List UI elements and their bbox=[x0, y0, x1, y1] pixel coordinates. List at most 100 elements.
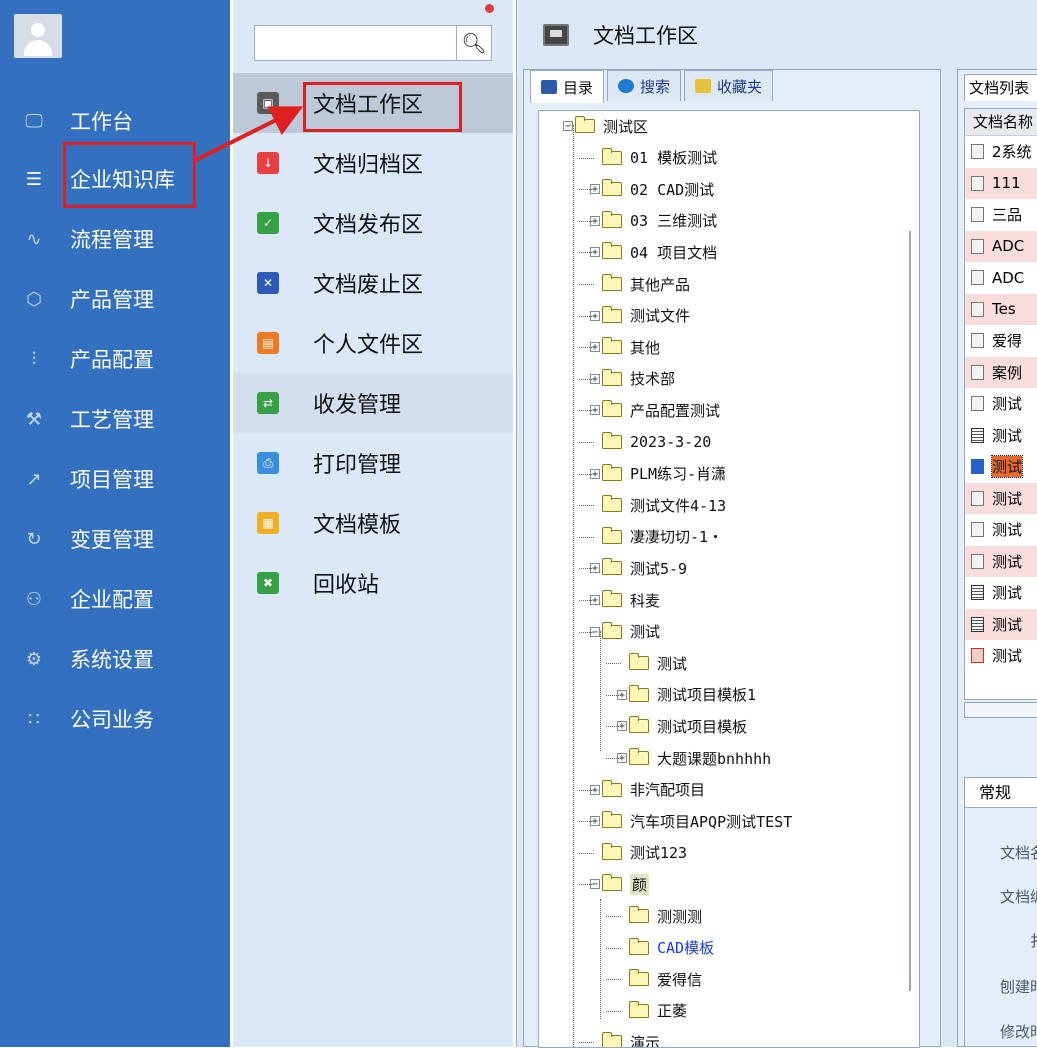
tab-favorites[interactable]: 收藏夹 bbox=[684, 70, 774, 101]
tree-node[interactable]: 01 模板测试 bbox=[590, 145, 717, 171]
doc-row[interactable]: 2系统 bbox=[965, 136, 1037, 168]
doc-row[interactable]: 案例 bbox=[965, 356, 1037, 388]
document-icon bbox=[971, 459, 984, 475]
sidebar-item-5[interactable]: ⚒ 工艺管理 bbox=[0, 395, 230, 443]
doc-row[interactable]: 测试 bbox=[965, 514, 1037, 546]
search-input[interactable] bbox=[259, 28, 453, 60]
doc-list-header[interactable]: 文档名称 bbox=[965, 109, 1037, 136]
tree-node[interactable]: + 测试文件 bbox=[590, 303, 690, 329]
doc-row[interactable]: 三品 bbox=[965, 199, 1037, 231]
tree-connector bbox=[579, 789, 594, 791]
tree-node[interactable]: +03 三维测试 bbox=[590, 208, 717, 234]
tree-connector bbox=[579, 284, 594, 285]
doc-row[interactable]: 111 bbox=[965, 167, 1037, 199]
folder-icon bbox=[602, 368, 622, 386]
doc-row-label: 111 bbox=[992, 174, 1021, 193]
doc-row[interactable]: 测试 bbox=[965, 451, 1037, 483]
tree-node[interactable]: +04 项目文档 bbox=[590, 239, 717, 265]
main-nav: 🖵︎ 工作台 ☰ 企业知识库 ∿ 流程管理 ⬡ 产品管理 ⫶ 产品配置 ⚒ 工艺管理 ↗ 项目管理 ↻ 变更管… bbox=[0, 0, 230, 1047]
sidebar-item-6[interactable]: ↗ 项目管理 bbox=[0, 455, 230, 503]
tree-node[interactable]: 爱得信 bbox=[617, 966, 702, 992]
doc-row[interactable]: 测试 bbox=[965, 420, 1037, 452]
folder-icon bbox=[629, 716, 649, 734]
sidebar-item-7[interactable]: ↻ 变更管理 bbox=[0, 515, 230, 563]
tree-node[interactable]: 其他产品 bbox=[590, 271, 690, 297]
tree-node[interactable]: + 非汽配项目 bbox=[590, 777, 705, 803]
tree-node[interactable]: + 测试项目模板1 bbox=[617, 682, 756, 708]
doc-row[interactable]: 测试 bbox=[965, 577, 1037, 609]
sub-item-8[interactable]: ✖ 回收站 bbox=[233, 553, 513, 613]
sidebar-item-label: 项目管理 bbox=[70, 468, 154, 492]
tree-node[interactable]: 2023-3-20 bbox=[590, 429, 711, 455]
folder-icon bbox=[602, 558, 622, 576]
property-label: 扌 bbox=[1030, 930, 1037, 951]
tree-node[interactable]: + 大题课题bnhhhh bbox=[617, 745, 771, 771]
doc-row[interactable]: 测试 bbox=[965, 640, 1037, 672]
doc-row[interactable]: 测试 bbox=[965, 482, 1037, 514]
directory-tree[interactable]: − 测试区 01 模板测试 +02 CAD测试 +03 三维测试 +04 项目文档 其他产品… bbox=[538, 110, 920, 1048]
sidebar-item-10[interactable]: ∷ 公司业务 bbox=[0, 695, 230, 743]
sub-item-7[interactable]: ▦ 文档模板 bbox=[233, 493, 513, 553]
grid-icon: ∷ bbox=[28, 708, 40, 730]
tree-node[interactable]: + 测试项目模板 bbox=[617, 713, 747, 739]
tree-node[interactable]: 测试 bbox=[617, 650, 687, 676]
tree-node[interactable]: CAD模板 bbox=[617, 935, 714, 961]
tree-node[interactable]: − 测试区 bbox=[563, 113, 648, 139]
sidebar-item-9[interactable]: ⚙ 系统设置 bbox=[0, 635, 230, 683]
tree-node[interactable]: + PLM练习-肖潇 bbox=[590, 461, 726, 487]
sidebar-item-0[interactable]: 🖵︎ 工作台 bbox=[0, 97, 230, 145]
sub-item-5[interactable]: ⇄ 收发管理 bbox=[233, 373, 513, 433]
doc-row[interactable]: 测试 bbox=[965, 388, 1037, 420]
sub-item-2[interactable]: ✓ 文档发布区 bbox=[233, 193, 513, 253]
tree-node[interactable]: + 产品配置测试 bbox=[590, 397, 720, 423]
tree-node[interactable]: + 科麦 bbox=[590, 587, 660, 613]
tab-search[interactable]: 搜索 bbox=[607, 70, 682, 101]
sub-nav: 🔍︎ ▣ 文档工作区 ↓ 文档归档区 ✓ 文档发布区 ✕ 文档废止区 ▤ 个人文件区 ⇄ 收发管理 ⎙ 打… bbox=[233, 0, 513, 1047]
doc-row[interactable]: ADC bbox=[965, 230, 1037, 262]
tree-node[interactable]: 演示 bbox=[590, 1029, 660, 1047]
folder-icon bbox=[602, 147, 622, 165]
tab-catalog[interactable]: 目录 bbox=[530, 70, 605, 103]
avatar[interactable] bbox=[14, 14, 62, 58]
tab-general[interactable]: 常规 bbox=[964, 777, 1037, 808]
tree-node[interactable]: +02 CAD测试 bbox=[590, 176, 714, 202]
sidebar-item-8[interactable]: ⚇ 企业配置 bbox=[0, 575, 230, 623]
pin-icon[interactable] bbox=[485, 4, 494, 13]
doc-row-label: 2系统 bbox=[992, 143, 1032, 162]
folder-icon bbox=[575, 116, 595, 133]
doc-list-hscrollbar[interactable] bbox=[964, 702, 1037, 718]
sidebar-item-label: 工艺管理 bbox=[70, 408, 154, 432]
tab-doc-list[interactable]: 文档列表 bbox=[964, 74, 1037, 101]
search-box[interactable]: 🔍︎ bbox=[254, 25, 492, 61]
tree-node[interactable]: 正萎 bbox=[617, 998, 687, 1024]
tree-connector bbox=[579, 505, 594, 507]
tree-node[interactable]: 测试文件4-13 bbox=[590, 492, 726, 518]
sidebar-item-2[interactable]: ∿ 流程管理 bbox=[0, 215, 230, 263]
tree-connector bbox=[579, 378, 594, 380]
tree-scrollbar[interactable] bbox=[909, 231, 911, 991]
doc-row[interactable]: ADC bbox=[965, 262, 1037, 294]
sub-item-6[interactable]: ⎙ 打印管理 bbox=[233, 433, 513, 493]
sub-item-1[interactable]: ↓ 文档归档区 bbox=[233, 133, 513, 193]
tree-node[interactable]: 凄凄切切-1・ bbox=[590, 524, 723, 550]
tree-node-label: 汽车项目APQP测试TEST bbox=[630, 812, 793, 831]
general-properties: 文档名文档编扌刨建时修改时归档时 bbox=[964, 807, 1037, 1046]
tree-connector bbox=[579, 157, 594, 159]
collapse-icon[interactable]: − bbox=[563, 121, 573, 132]
search-button[interactable]: 🔍︎ bbox=[456, 26, 491, 60]
tree-node[interactable]: 测试123 bbox=[590, 840, 687, 866]
tree-node[interactable]: + 测试5-9 bbox=[590, 555, 687, 581]
tree-node[interactable]: 测测测 bbox=[617, 903, 702, 929]
doc-row[interactable]: Tes bbox=[965, 293, 1037, 325]
tree-node[interactable]: + 技术部 bbox=[590, 366, 675, 392]
sub-item-4[interactable]: ▤ 个人文件区 bbox=[233, 313, 513, 373]
doc-row[interactable]: 测试 bbox=[965, 608, 1037, 640]
sidebar-item-3[interactable]: ⬡ 产品管理 bbox=[0, 275, 230, 323]
doc-row[interactable]: 爱得 bbox=[965, 325, 1037, 357]
sidebar-item-4[interactable]: ⫶ 产品配置 bbox=[0, 335, 230, 383]
doc-row[interactable]: 测试 bbox=[965, 545, 1037, 577]
tree-node[interactable]: − 颜 bbox=[590, 871, 650, 897]
sub-item-3[interactable]: ✕ 文档废止区 bbox=[233, 253, 513, 313]
tree-node[interactable]: + 其他 bbox=[590, 334, 660, 360]
tree-node[interactable]: + 汽车项目APQP测试TEST bbox=[590, 808, 792, 834]
